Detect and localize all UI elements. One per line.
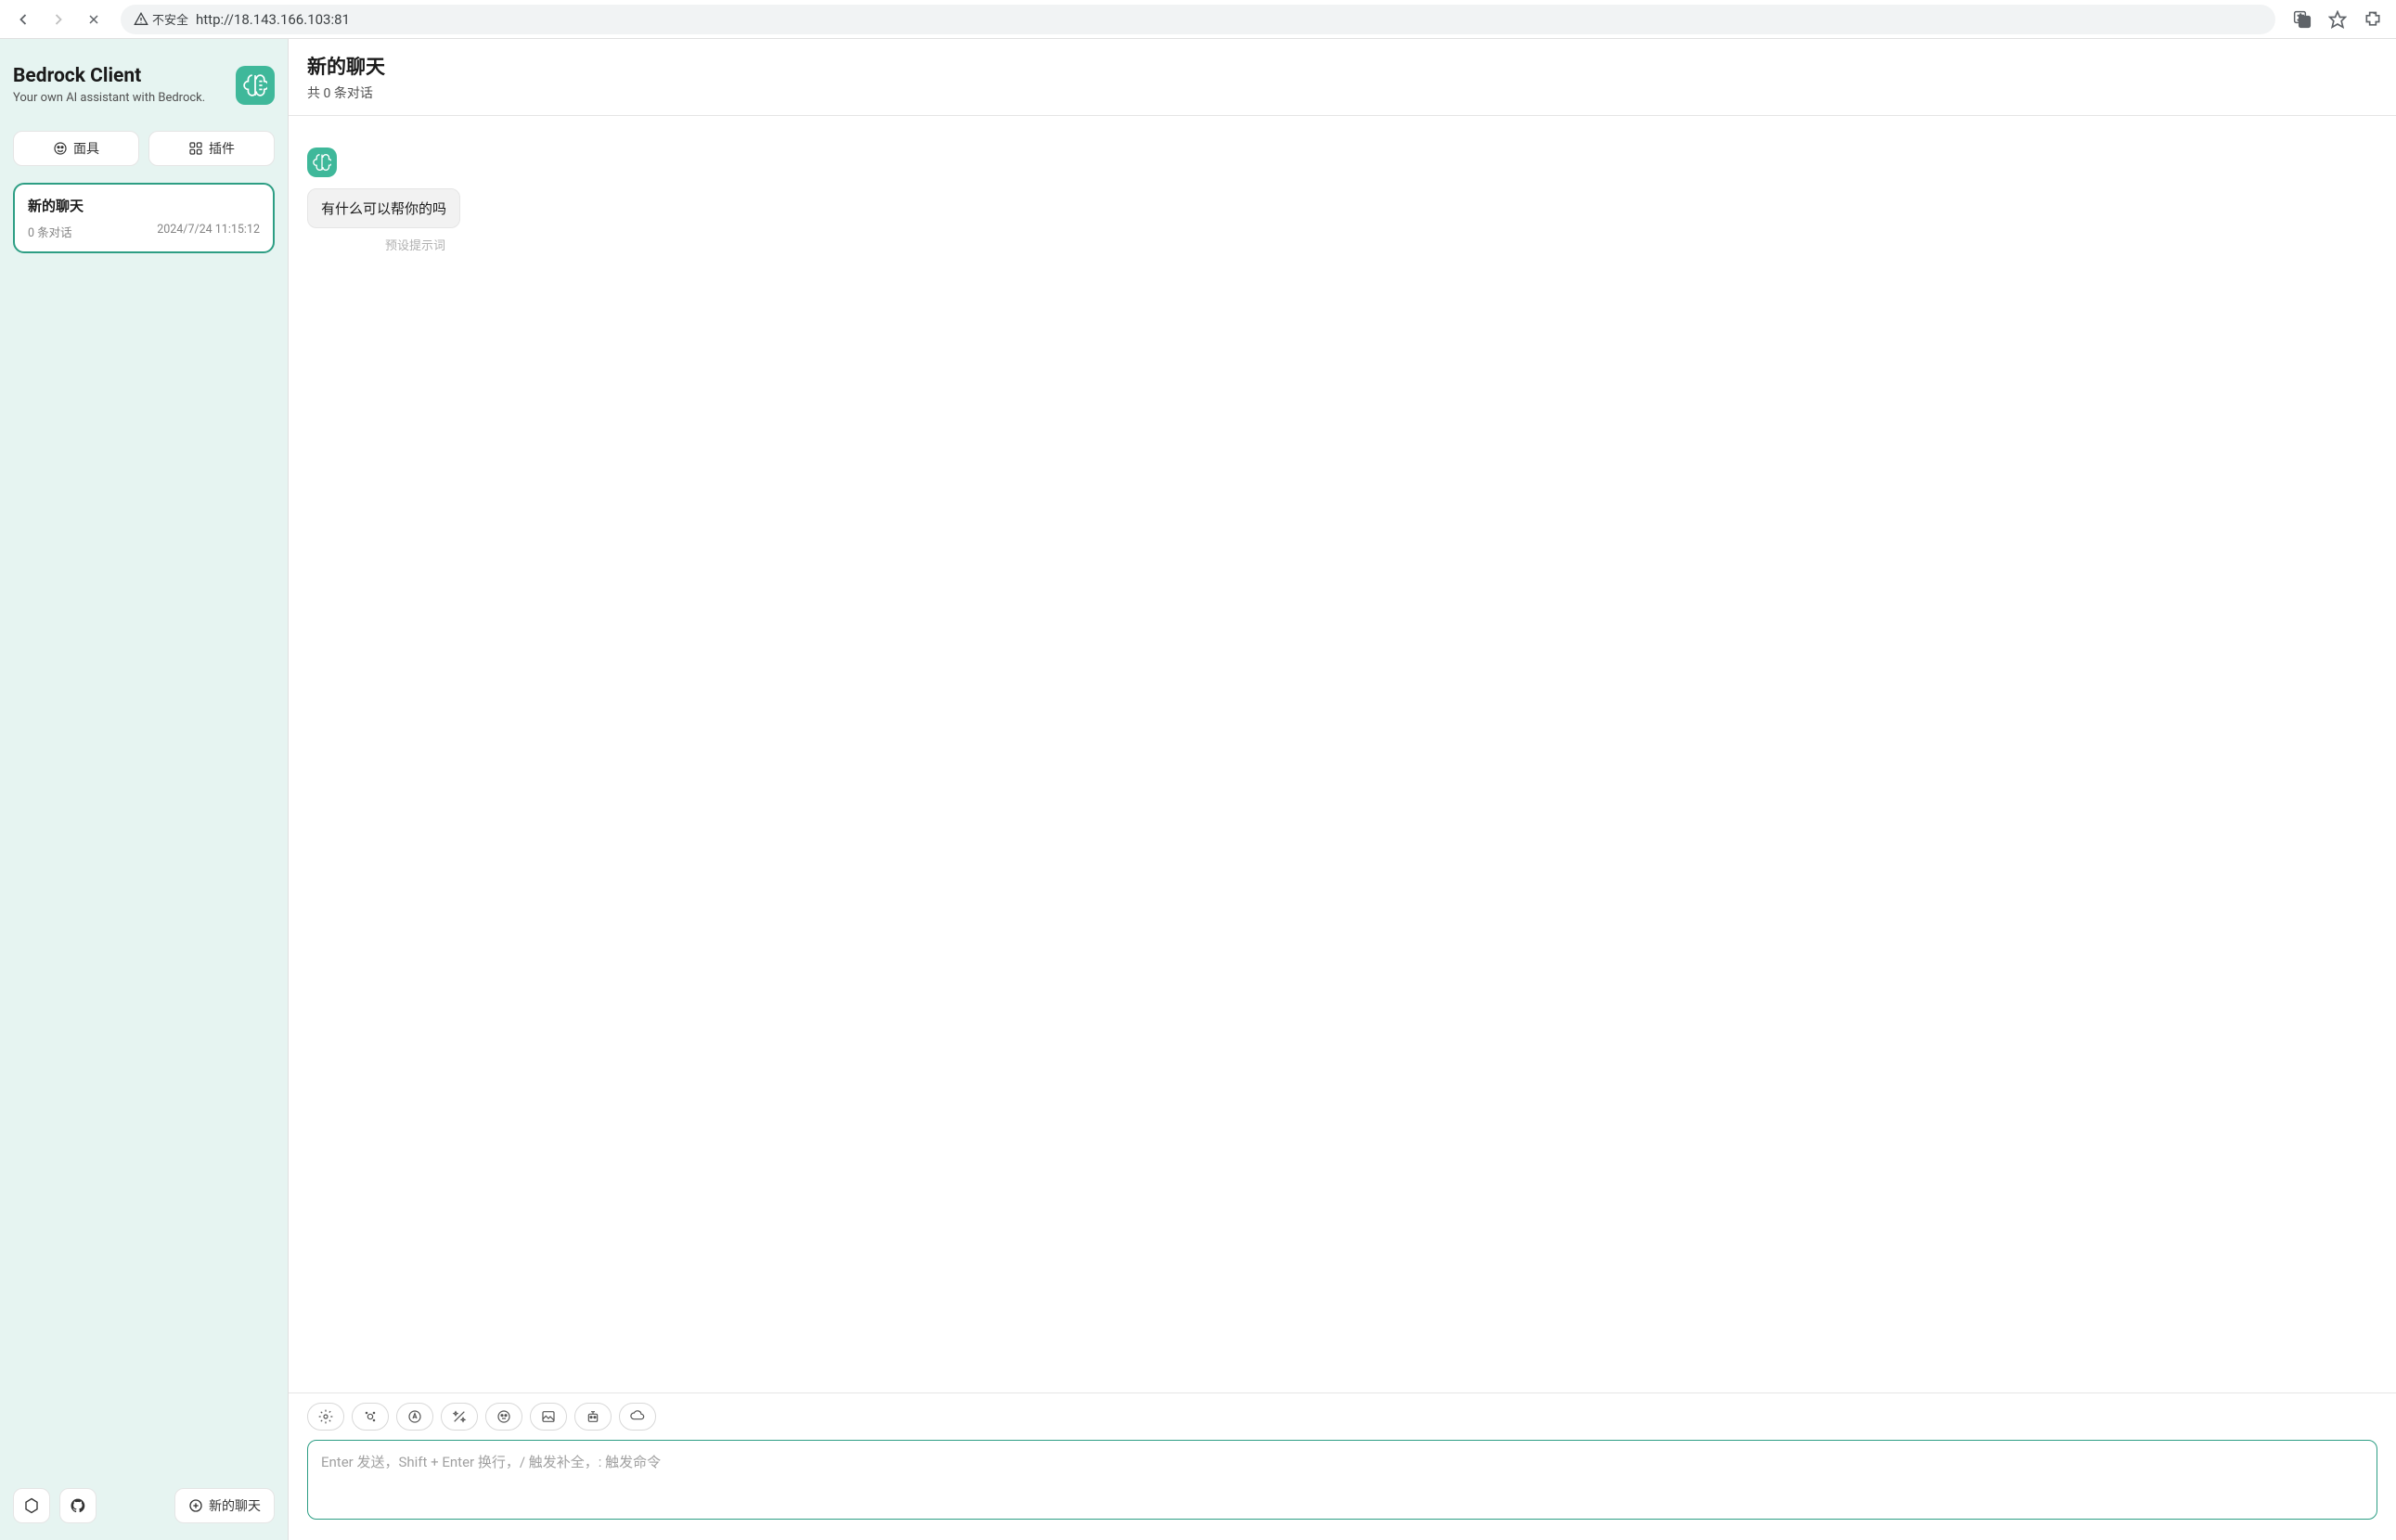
image-icon (541, 1409, 556, 1424)
tool-robot-button[interactable] (574, 1403, 612, 1431)
browser-bar: 不安全 http://18.143.166.103:81 文 (0, 0, 2396, 39)
extensions-icon[interactable] (2357, 4, 2389, 35)
tool-theme-button[interactable] (352, 1403, 389, 1431)
insecure-badge: 不安全 (134, 10, 188, 28)
tool-settings-button[interactable] (307, 1403, 344, 1431)
brand-icon (236, 66, 275, 105)
tool-image-button[interactable] (530, 1403, 567, 1431)
hexagon-icon (23, 1497, 40, 1514)
translate-icon[interactable]: 文 (2287, 4, 2318, 35)
github-icon (70, 1497, 86, 1514)
main-header: 新的聊天 共 0 条对话 (289, 39, 2396, 116)
robot-face-icon (496, 1409, 511, 1424)
plugin-button[interactable]: 插件 (148, 131, 275, 166)
tool-cloud-button[interactable] (619, 1403, 656, 1431)
browser-back-button[interactable] (7, 4, 39, 35)
chat-item[interactable]: 新的聊天 0 条对话 2024/7/24 11:15:12 (13, 183, 275, 253)
input-toolbar (307, 1403, 2377, 1431)
robot-icon (586, 1409, 600, 1424)
settings-button[interactable] (13, 1488, 50, 1523)
grid-icon (188, 141, 203, 156)
app-title: Bedrock Client (13, 65, 205, 87)
message-input[interactable] (307, 1440, 2377, 1520)
plus-circle-icon (188, 1498, 203, 1513)
auto-icon (407, 1409, 422, 1424)
new-chat-button[interactable]: 新的聊天 (174, 1488, 275, 1523)
app-subtitle: Your own AI assistant with Bedrock. (13, 91, 205, 105)
chat-subtitle: 共 0 条对话 (307, 83, 2377, 102)
preset-hint: 预设提示词 (385, 236, 2377, 253)
chat-item-count: 0 条对话 (28, 223, 72, 240)
tool-auto-button[interactable] (396, 1403, 433, 1431)
mask-button[interactable]: 面具 (13, 131, 139, 166)
sparkle-icon (363, 1409, 378, 1424)
sidebar-header: Bedrock Client Your own AI assistant wit… (13, 65, 275, 105)
plugin-label: 插件 (209, 139, 235, 158)
sidebar-buttons: 面具 插件 (13, 131, 275, 166)
mask-label: 面具 (73, 139, 99, 158)
sidebar: Bedrock Client Your own AI assistant wit… (0, 39, 289, 1540)
svg-text:文: 文 (2298, 13, 2304, 21)
wand-icon (452, 1409, 467, 1424)
tool-magic-button[interactable] (441, 1403, 478, 1431)
brain-icon (313, 153, 331, 172)
url-bar[interactable]: 不安全 http://18.143.166.103:81 (121, 5, 2275, 34)
bookmark-star-icon[interactable] (2322, 4, 2353, 35)
chat-body: 有什么可以帮你的吗 预设提示词 (289, 116, 2396, 1392)
mask-icon (53, 141, 68, 156)
app-container: Bedrock Client Your own AI assistant wit… (0, 39, 2396, 1540)
chat-item-timestamp: 2024/7/24 11:15:12 (157, 223, 260, 240)
input-area (289, 1392, 2396, 1540)
url-text: http://18.143.166.103:81 (196, 11, 2262, 28)
bot-avatar (307, 148, 337, 177)
new-chat-label: 新的聊天 (209, 1496, 261, 1515)
browser-forward-button[interactable] (43, 4, 74, 35)
chat-title: 新的聊天 (307, 52, 2377, 80)
sidebar-footer: 新的聊天 (13, 1479, 275, 1523)
main-content: 新的聊天 共 0 条对话 有什么可以帮你的吗 预设提示词 (289, 39, 2396, 1540)
insecure-label: 不安全 (152, 10, 188, 28)
cloud-icon (630, 1409, 645, 1424)
gear-icon (318, 1409, 333, 1424)
chat-item-title: 新的聊天 (28, 196, 260, 215)
github-button[interactable] (59, 1488, 97, 1523)
chat-list: 新的聊天 0 条对话 2024/7/24 11:15:12 (13, 183, 275, 1479)
chat-item-meta: 0 条对话 2024/7/24 11:15:12 (28, 223, 260, 240)
browser-stop-button[interactable] (78, 4, 109, 35)
tool-mask-button[interactable] (485, 1403, 522, 1431)
bot-message: 有什么可以帮你的吗 (307, 188, 460, 228)
